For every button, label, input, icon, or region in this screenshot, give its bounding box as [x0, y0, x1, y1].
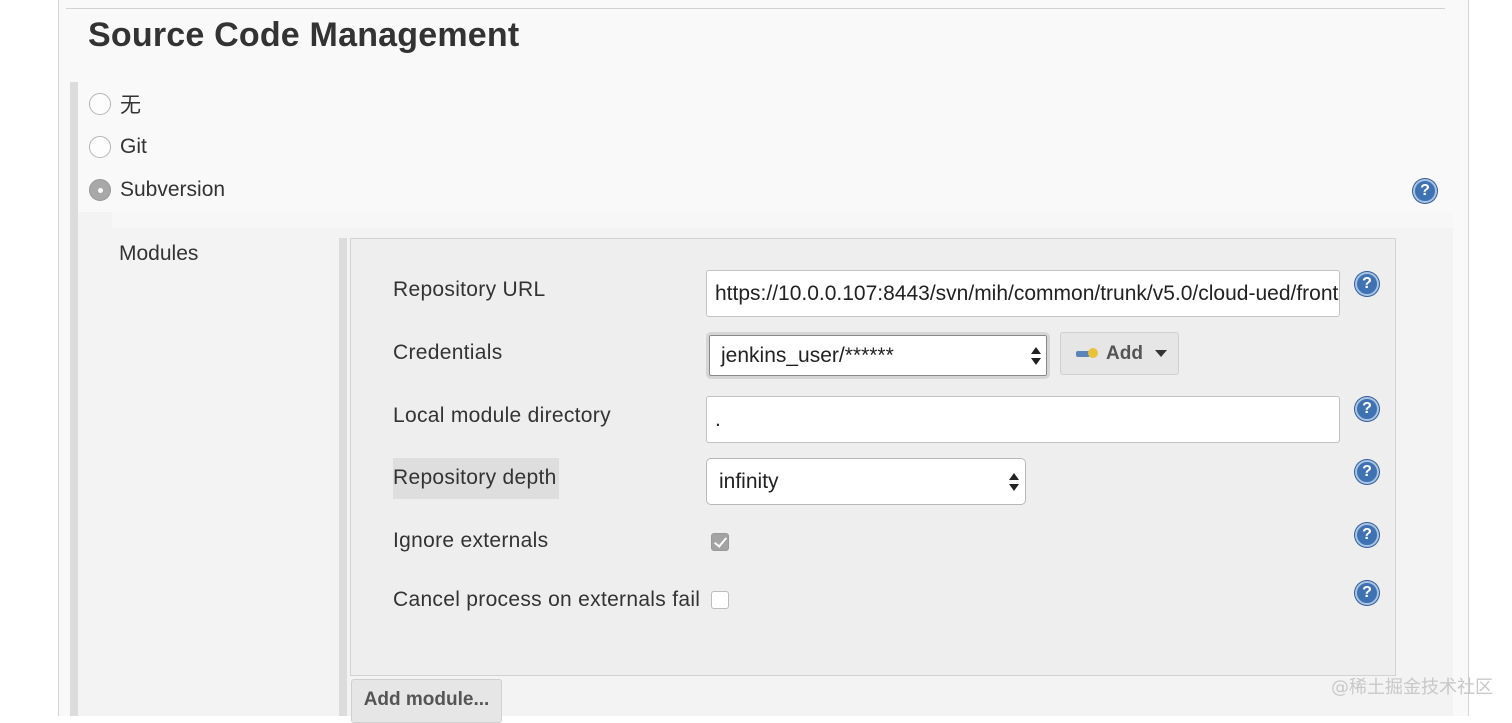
ignore-externals-label: Ignore externals	[393, 529, 549, 552]
credentials-select[interactable]: jenkins_user/******	[706, 332, 1050, 379]
add-module-button[interactable]: Add module...	[351, 679, 502, 723]
radio-none-button[interactable]	[89, 93, 111, 115]
radio-subversion-label: Subversion	[120, 178, 226, 201]
cancel-on-externals-fail-checkbox[interactable]	[711, 591, 729, 609]
radio-git-button[interactable]	[89, 136, 111, 158]
repository-url-label: Repository URL	[393, 278, 546, 301]
subversion-help-icon[interactable]: ?	[1413, 179, 1437, 203]
local-module-directory-help-icon[interactable]: ?	[1355, 397, 1379, 421]
cancel-on-externals-fail-help-icon[interactable]: ?	[1355, 581, 1379, 605]
section-title: Source Code Management	[88, 16, 520, 54]
updown-arrows-icon	[1009, 471, 1019, 493]
repository-depth-select[interactable]: infinity	[706, 458, 1026, 505]
radio-none[interactable]: 无	[89, 89, 141, 119]
radio-git-label: Git	[120, 135, 147, 158]
cancel-on-externals-fail-label: Cancel process on externals fail	[393, 588, 701, 611]
radio-none-label: 无	[120, 94, 141, 117]
section-left-bar	[70, 82, 78, 716]
updown-arrows-icon	[1031, 345, 1041, 367]
ignore-externals-checkbox[interactable]	[711, 533, 729, 551]
modules-left-bar	[339, 238, 347, 716]
modules-label: Modules	[119, 242, 199, 265]
radio-subversion[interactable]: Subversion	[89, 175, 225, 205]
local-module-directory-input[interactable]: .	[706, 396, 1340, 443]
credentials-selected-value: jenkins_user/******	[721, 344, 894, 367]
watermark: @稀土掘金技术社区	[1331, 677, 1493, 698]
credentials-label: Credentials	[393, 341, 503, 364]
key-icon	[1076, 347, 1098, 360]
ignore-externals-help-icon[interactable]: ?	[1355, 523, 1379, 547]
repository-depth-help-icon[interactable]: ?	[1355, 460, 1379, 484]
add-credentials-button[interactable]: Add	[1060, 332, 1179, 375]
repository-depth-selected-value: infinity	[719, 470, 779, 493]
subversion-config-header	[112, 212, 1453, 228]
caret-down-icon	[1154, 350, 1167, 357]
repository-depth-label: Repository depth	[393, 458, 559, 499]
top-divider	[66, 8, 1445, 9]
radio-subversion-button[interactable]	[89, 179, 111, 201]
repository-url-input[interactable]: https://10.0.0.107:8443/svn/mih/common/t…	[706, 270, 1340, 317]
local-module-directory-label: Local module directory	[393, 404, 611, 427]
repository-url-help-icon[interactable]: ?	[1355, 272, 1379, 296]
add-credentials-label: Add	[1106, 342, 1143, 364]
radio-git[interactable]: Git	[89, 132, 147, 162]
